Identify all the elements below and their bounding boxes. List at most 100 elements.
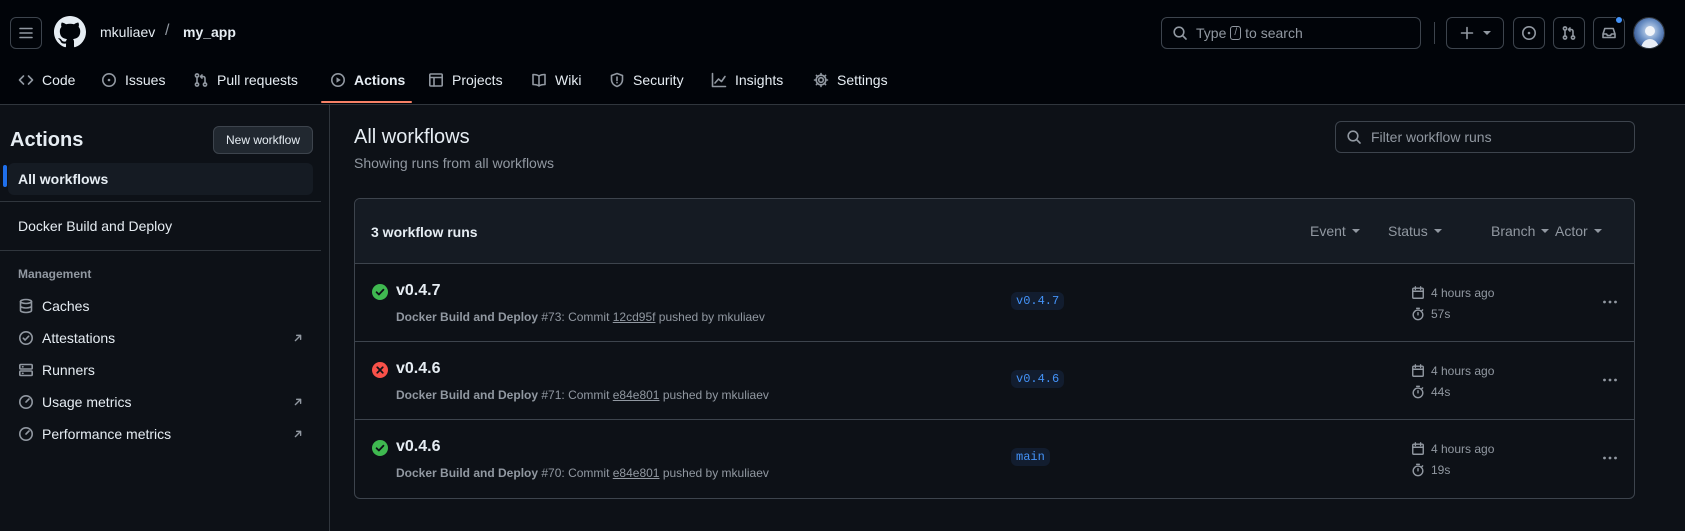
actor-filter-button[interactable]: Actor	[1555, 223, 1602, 239]
git-pull-request-icon	[1562, 26, 1576, 40]
branch-label[interactable]: v0.4.7	[1011, 292, 1065, 310]
tab-wiki[interactable]: Wiki	[531, 72, 581, 88]
kebab-horizontal-icon	[1603, 378, 1617, 382]
actions-sidebar: Actions New workflow All workflows Docke…	[0, 105, 330, 531]
github-logo-icon[interactable]	[54, 16, 86, 48]
link-external-icon	[294, 334, 302, 342]
workflow-run-row[interactable]: v0.4.6 Docker Build and Deploy #70: Comm…	[355, 420, 1634, 498]
tab-security[interactable]: Security	[609, 72, 684, 88]
header-divider	[1434, 22, 1435, 44]
sidebar-divider	[0, 201, 321, 202]
workflow-run-row[interactable]: v0.4.7 Docker Build and Deploy #73: Comm…	[355, 264, 1634, 342]
breadcrumb-owner[interactable]: mkuliaev	[100, 24, 155, 40]
database-icon	[19, 298, 33, 314]
filter-workflow-runs-input[interactable]: Filter workflow runs	[1335, 121, 1635, 153]
run-title[interactable]: v0.4.6	[396, 438, 440, 456]
sidebar-item-all-workflows[interactable]: All workflows	[8, 163, 313, 195]
breadcrumb-repo[interactable]: my_app	[183, 24, 236, 40]
tab-issues-label: Issues	[125, 72, 166, 88]
branch-label[interactable]: main	[1011, 448, 1050, 466]
run-options-button[interactable]	[1598, 290, 1622, 314]
check-circle-icon	[372, 440, 388, 456]
run-title[interactable]: v0.4.6	[396, 360, 440, 378]
filter-label: Event	[1310, 223, 1346, 239]
tab-settings-label: Settings	[837, 72, 888, 88]
page-subtitle: Showing runs from all workflows	[354, 155, 554, 171]
run-meta: Docker Build and Deploy #73: Commit 12cd…	[396, 310, 765, 324]
run-meta: Docker Build and Deploy #71: Commit e84e…	[396, 388, 769, 402]
run-time: 4 hours ago	[1411, 286, 1494, 300]
menu-button[interactable]	[10, 17, 42, 49]
workflow-run-row[interactable]: v0.4.6 Docker Build and Deploy #71: Comm…	[355, 342, 1634, 420]
run-commit-link[interactable]: 12cd95f	[613, 310, 656, 324]
tab-insights[interactable]: Insights	[711, 72, 783, 88]
sidebar-divider	[0, 250, 321, 251]
page-title: All workflows	[354, 126, 470, 148]
run-options-button[interactable]	[1598, 368, 1622, 392]
triangle-down-icon	[1351, 229, 1360, 233]
server-icon	[18, 363, 33, 377]
x-circle-icon	[372, 362, 388, 378]
sidebar-item-attestations[interactable]: Attestations	[8, 322, 313, 354]
play-icon	[331, 73, 345, 87]
sidebar-item-label: Usage metrics	[42, 394, 132, 410]
tab-settings[interactable]: Settings	[813, 72, 888, 88]
sidebar-item-label: Attestations	[42, 330, 116, 346]
avatar[interactable]	[1633, 17, 1665, 49]
search-shortcut-key: /	[1230, 26, 1242, 40]
active-tab-indicator	[321, 101, 412, 103]
search-icon	[1347, 130, 1361, 144]
triangle-down-icon	[1541, 229, 1550, 233]
run-workflow-name: Docker Build and Deploy	[396, 466, 539, 480]
search-input[interactable]: Type / to search	[1161, 17, 1421, 49]
run-commit-link[interactable]: e84e801	[613, 388, 660, 402]
tab-pull-requests[interactable]: Pull requests	[193, 72, 298, 88]
triangle-down-icon	[1433, 229, 1442, 233]
create-new-button[interactable]	[1446, 17, 1504, 49]
meter-icon	[19, 427, 33, 441]
table-icon	[428, 73, 443, 87]
sidebar-item-runners[interactable]: Runners	[8, 354, 313, 386]
run-time: 4 hours ago	[1411, 364, 1494, 378]
gear-icon	[813, 72, 829, 88]
tab-security-label: Security	[633, 72, 684, 88]
run-time-label: 4 hours ago	[1431, 364, 1495, 378]
event-filter-button[interactable]: Event	[1310, 223, 1360, 239]
plus-icon	[1460, 26, 1474, 40]
meter-icon	[19, 395, 33, 409]
sidebar-item-caches[interactable]: Caches	[8, 290, 313, 322]
branch-label[interactable]: v0.4.6	[1011, 370, 1065, 388]
filter-label: Branch	[1491, 223, 1536, 239]
run-options-button[interactable]	[1598, 446, 1622, 470]
tab-actions[interactable]: Actions	[330, 72, 405, 88]
sidebar-item-label: Caches	[42, 298, 90, 314]
tab-projects[interactable]: Projects	[428, 72, 503, 88]
issues-button[interactable]	[1513, 17, 1545, 49]
run-duration: 44s	[1411, 385, 1450, 399]
link-external-icon	[294, 430, 302, 438]
tab-actions-label: Actions	[354, 72, 406, 88]
branch-filter-button[interactable]: Branch	[1491, 223, 1550, 239]
tab-pull-requests-label: Pull requests	[217, 72, 298, 88]
tab-projects-label: Projects	[452, 72, 503, 88]
new-workflow-button[interactable]: New workflow	[213, 126, 313, 154]
notification-indicator	[1615, 16, 1623, 24]
tab-issues[interactable]: Issues	[101, 72, 165, 88]
run-commit-link[interactable]: e84e801	[613, 466, 660, 480]
calendar-icon	[1412, 364, 1424, 377]
run-title[interactable]: v0.4.7	[396, 282, 440, 300]
issue-opened-icon	[102, 73, 116, 87]
sidebar-item-performance-metrics[interactable]: Performance metrics	[8, 418, 313, 450]
sidebar-item-workflow[interactable]: Docker Build and Deploy	[8, 210, 313, 242]
git-pull-request-icon	[194, 73, 208, 87]
sidebar-item-usage-metrics[interactable]: Usage metrics	[8, 386, 313, 418]
triangle-down-icon	[1483, 31, 1491, 35]
kebab-horizontal-icon	[1603, 300, 1617, 304]
run-pushed-by: pushed by mkuliaev	[662, 388, 769, 402]
link-external-icon	[294, 398, 302, 406]
run-duration-label: 44s	[1431, 385, 1451, 399]
status-filter-button[interactable]: Status	[1388, 223, 1442, 239]
pull-requests-button[interactable]	[1553, 17, 1585, 49]
issue-opened-icon	[1522, 26, 1536, 40]
tab-code[interactable]: Code	[18, 72, 75, 88]
